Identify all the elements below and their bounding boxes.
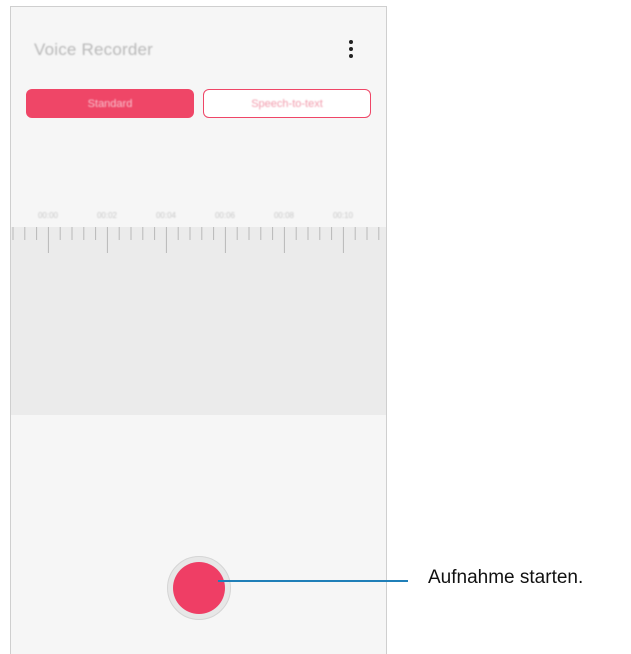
timeline-label: 00:02 [96, 211, 118, 220]
phone-screen: Voice Recorder Standard Speech-to-text 0… [10, 6, 387, 654]
more-dot [349, 40, 353, 44]
callout-label: Aufnahme starten. [428, 567, 584, 588]
tab-standard-label: Standard [87, 97, 133, 110]
timeline-ruler [12, 227, 380, 253]
tab-speech-to-text-label: Speech-to-text [251, 97, 323, 110]
more-dot [349, 47, 353, 51]
record-icon [173, 562, 225, 614]
timeline-label: 00:10 [332, 211, 354, 220]
more-options-icon[interactable] [344, 37, 358, 61]
more-dot [349, 54, 353, 58]
timeline-label: 00:00 [37, 211, 59, 220]
callout-leader-line [218, 580, 408, 582]
timeline-label: 00:06 [214, 211, 236, 220]
tab-standard[interactable]: Standard [26, 89, 194, 118]
app-title: Voice Recorder [34, 40, 154, 59]
record-button[interactable] [167, 556, 231, 620]
timeline-label: 00:04 [155, 211, 177, 220]
timeline-label: 00:08 [273, 211, 295, 220]
tab-speech-to-text[interactable]: Speech-to-text [203, 89, 371, 118]
